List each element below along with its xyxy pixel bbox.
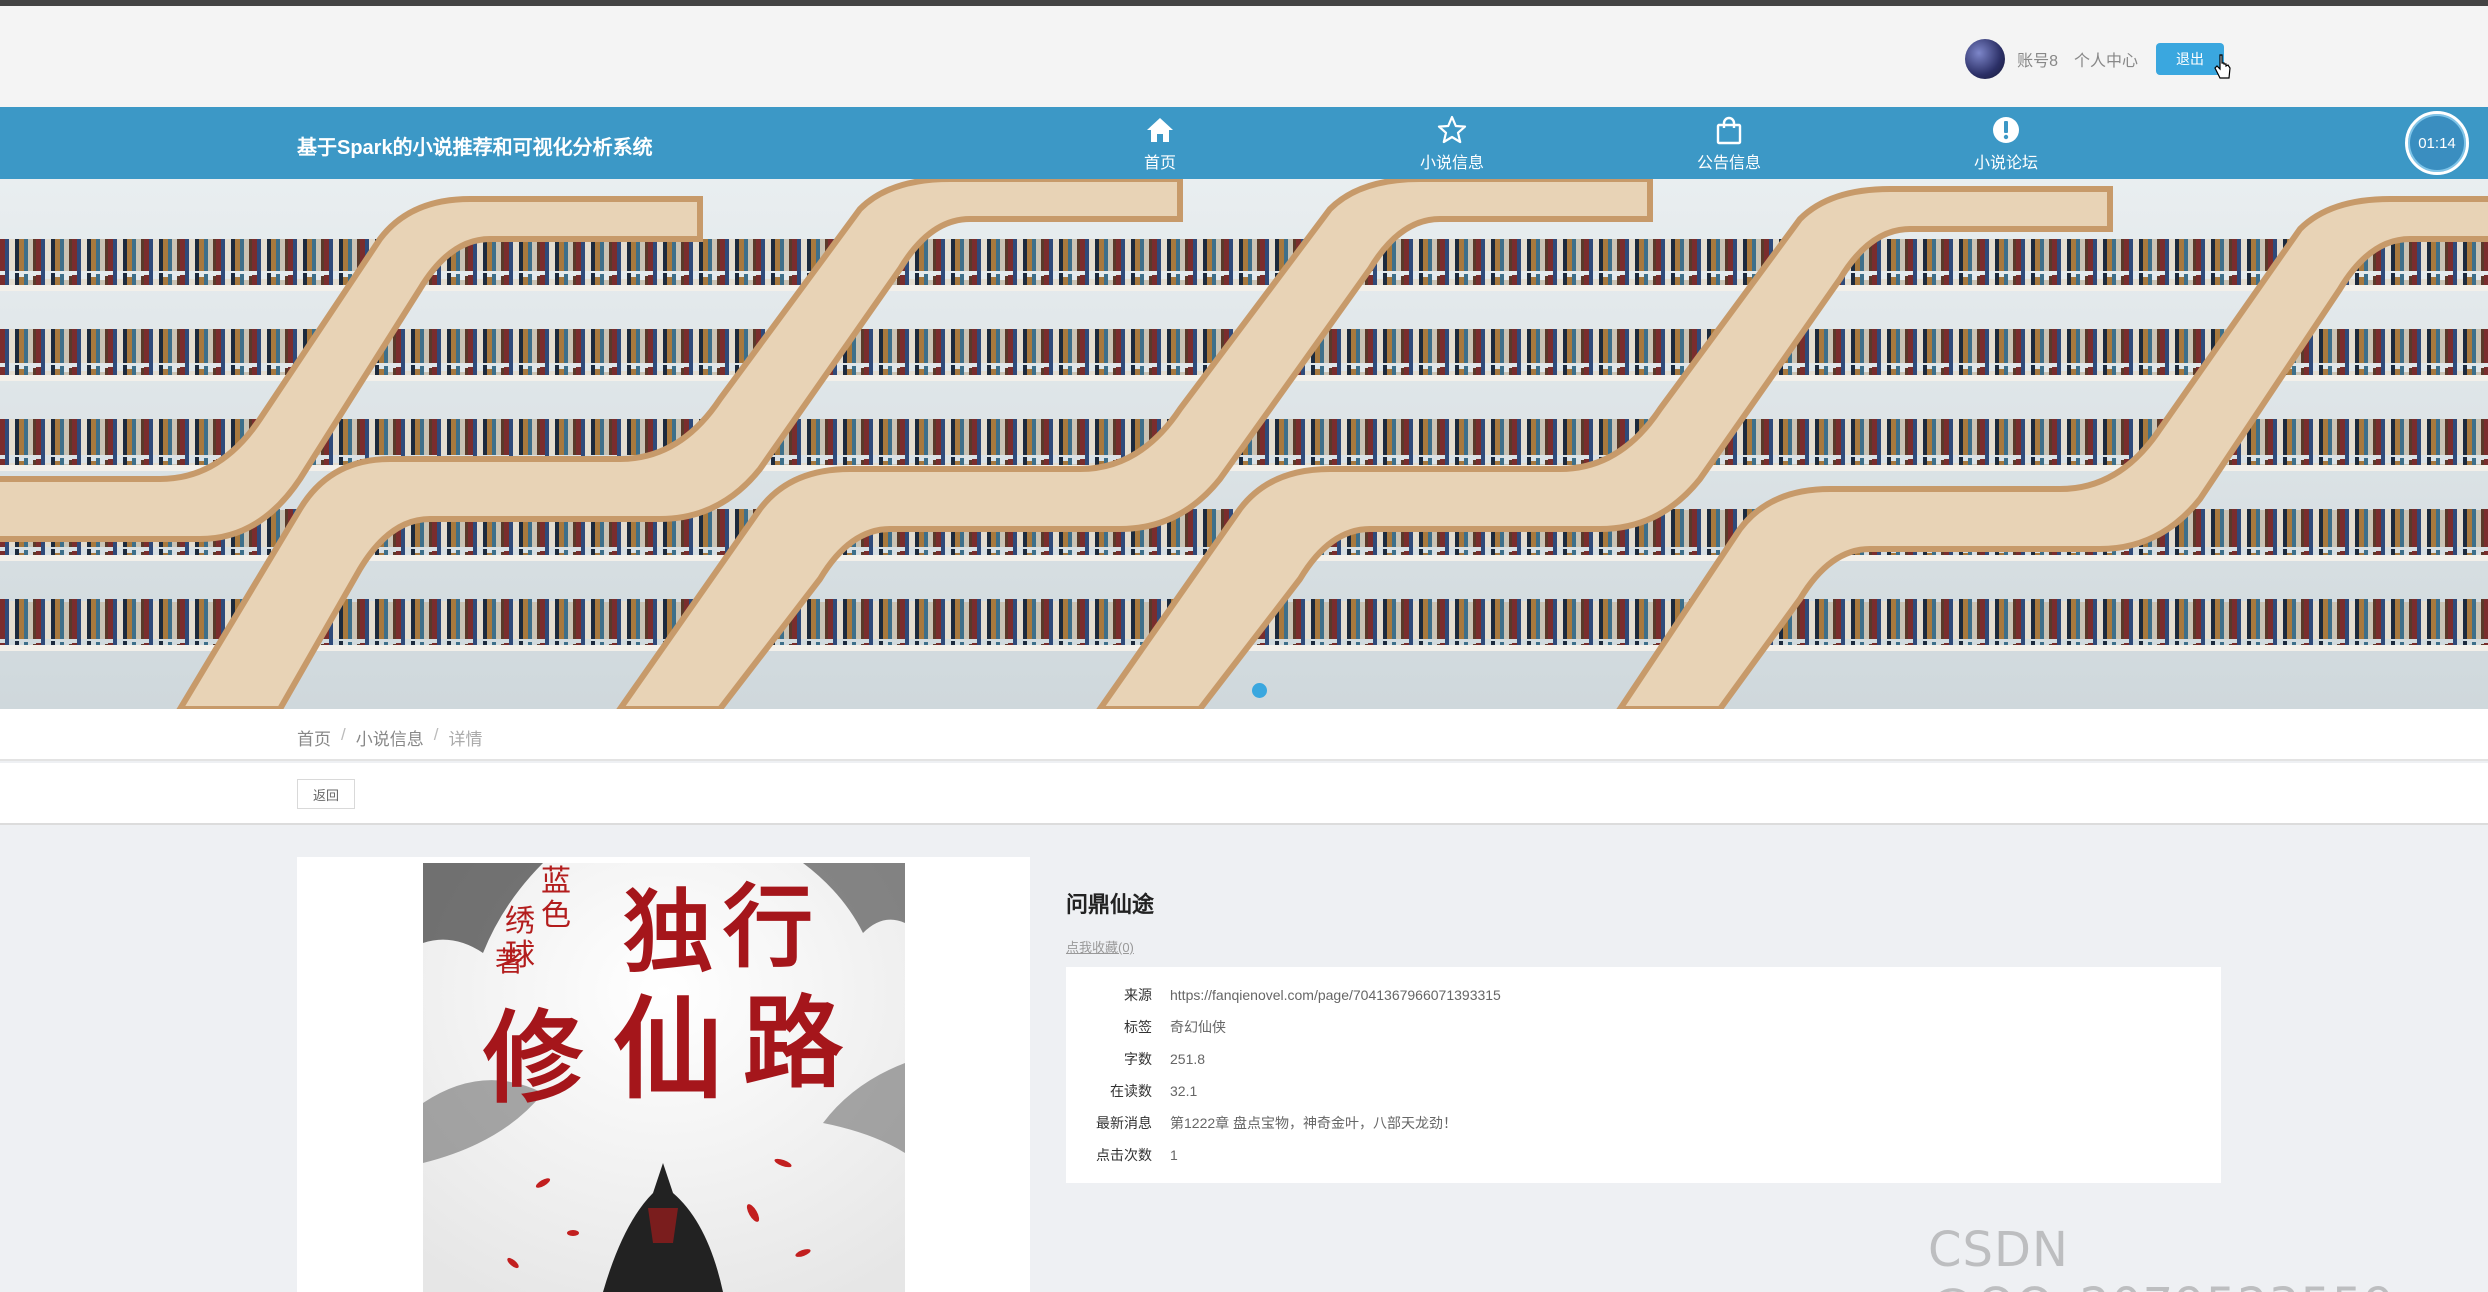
username: 账号8 <box>2017 53 2058 70</box>
home-icon <box>1147 118 1173 142</box>
breadcrumb-bar: 首页 / 小说信息 / 详情 <box>0 709 2488 761</box>
favorite-link[interactable]: 点我收藏(0) <box>1066 937 1134 956</box>
info-key: 字数 <box>1124 1051 1152 1067</box>
info-row-clicks: 点击次数 1 <box>1066 1139 2221 1171</box>
info-value: 32.1 <box>1170 1083 1198 1099</box>
breadcrumb-separator: / <box>341 725 346 744</box>
action-bar: 返回 <box>0 763 2488 825</box>
info-key: 最新消息 <box>1096 1115 1152 1131</box>
nav-item-novels[interactable]: 小说信息 <box>1382 115 1522 173</box>
info-row-latest: 最新消息 第1222章 盘点宝物，神奇金叶，八部天龙劲！ <box>1066 1107 2221 1139</box>
shopping-bag-icon <box>1716 116 1742 145</box>
avatar[interactable] <box>1965 39 2006 79</box>
site-title: 基于Spark的小说推荐和可视化分析系统 <box>297 137 653 159</box>
nav-label-novels: 小说信息 <box>1419 155 1484 172</box>
nav-item-notices[interactable]: 公告信息 <box>1659 115 1799 173</box>
breadcrumb-current: 详情 <box>448 730 483 749</box>
info-key: 点击次数 <box>1096 1147 1152 1163</box>
carousel-indicator-dot[interactable] <box>1252 683 1267 698</box>
info-value: 251.8 <box>1170 1051 1206 1067</box>
cover-author-char: 色 <box>541 898 571 933</box>
cover-title-char: 路 <box>743 984 844 1102</box>
info-value[interactable]: https://fanqienovel.com/page/70413679660… <box>1170 987 1501 1003</box>
book-detail: 问鼎仙途 点我收藏(0) 来源 https://fanqienovel.com/… <box>1066 857 2221 1183</box>
nav-item-home[interactable]: 首页 <box>1090 115 1230 173</box>
info-value: 1 <box>1170 1147 1178 1163</box>
breadcrumb-novels[interactable]: 小说信息 <box>356 725 424 750</box>
cover-author-char: 绣 <box>505 904 535 939</box>
breadcrumb: 首页 / 小说信息 / 详情 <box>297 725 482 750</box>
info-key: 来源 <box>1124 987 1152 1003</box>
cover-title-char: 行 <box>723 874 813 980</box>
cover-title-char: 独 <box>623 879 713 985</box>
cover-author-suffix: 著 <box>495 945 523 978</box>
mouse-cursor-icon <box>2214 54 2231 79</box>
breadcrumb-home[interactable]: 首页 <box>297 725 331 750</box>
info-key: 标签 <box>1124 1019 1152 1035</box>
watermark: CSDN @QQ_2079523559 <box>1928 1222 2394 1292</box>
info-row-word-count: 字数 251.8 <box>1066 1043 2221 1075</box>
back-button[interactable]: 返回 <box>297 779 355 809</box>
main-navbar: 基于Spark的小说推荐和可视化分析系统 首页 小说信息 公告信息 小说论坛 0… <box>0 107 2488 179</box>
star-icon <box>1437 115 1467 144</box>
library-banner-image <box>0 179 2488 709</box>
exclamation-icon <box>1993 117 2019 143</box>
info-table: 来源 https://fanqienovel.com/page/70413679… <box>1066 967 2221 1183</box>
top-user-bar: 账号8 个人中心 退出 <box>0 6 2488 107</box>
info-row-readers: 在读数 32.1 <box>1066 1075 2221 1107</box>
cover-card: 蓝色绣球著独行修仙路 <box>297 857 1030 1292</box>
nav-item-forum[interactable]: 小说论坛 <box>1936 115 2076 173</box>
cover-title-char: 仙 <box>613 985 723 1114</box>
info-row-source: 来源 https://fanqienovel.com/page/70413679… <box>1066 979 2221 1011</box>
info-key: 在读数 <box>1110 1083 1152 1099</box>
info-value: 第1222章 盘点宝物，神奇金叶，八部天龙劲！ <box>1170 1115 1458 1131</box>
timer-badge[interactable]: 01:14 <box>2405 111 2469 175</box>
book-cover-image[interactable]: 蓝色绣球著独行修仙路 <box>423 863 905 1292</box>
cover-author-char: 蓝 <box>541 864 571 899</box>
info-value: 奇幻仙侠 <box>1170 1019 1226 1035</box>
breadcrumb-separator: / <box>433 725 439 744</box>
book-title: 问鼎仙途 <box>1066 892 1155 917</box>
info-row-tag: 标签 奇幻仙侠 <box>1066 1011 2221 1043</box>
nav-label-notices: 公告信息 <box>1696 155 1761 172</box>
cover-title-char: 修 <box>483 999 584 1117</box>
personal-center-link[interactable]: 个人中心 <box>2074 47 2138 71</box>
nav-label-home: 首页 <box>1143 155 1176 172</box>
user-area: 账号8 个人中心 退出 <box>1965 36 2224 82</box>
nav-label-forum: 小说论坛 <box>1973 155 2038 172</box>
